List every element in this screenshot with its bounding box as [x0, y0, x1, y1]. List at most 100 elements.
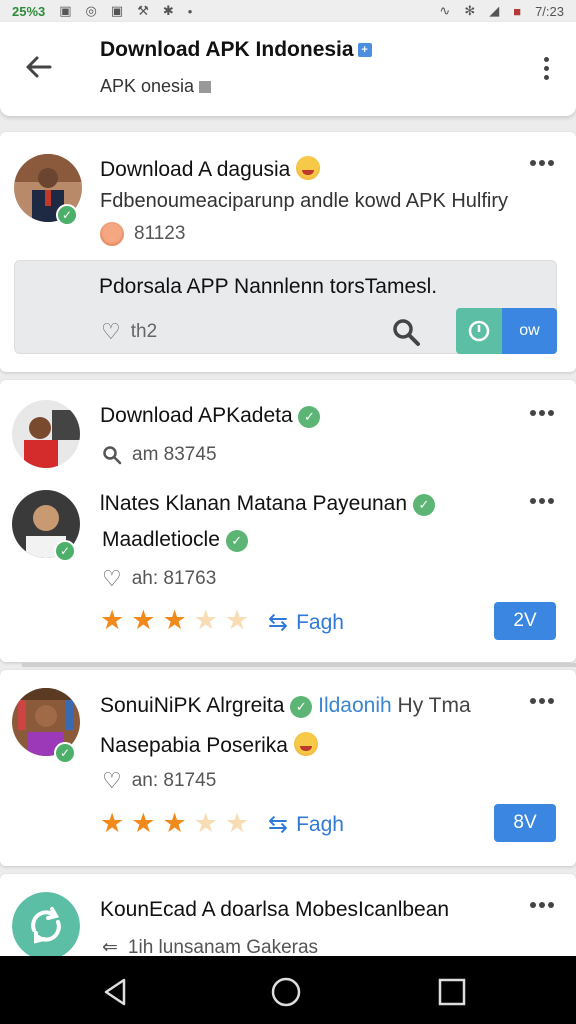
nav-home-icon[interactable]	[270, 976, 302, 1008]
battery-icon: ■	[513, 3, 522, 19]
star-icon[interactable]: ★	[131, 810, 155, 837]
share-label: Fagh	[296, 610, 344, 634]
app-bar: Download APK Indonesia + APK onesia	[0, 22, 576, 116]
star-icon[interactable]: ★	[194, 607, 218, 634]
post-author: Download A dagusia	[100, 156, 321, 182]
post-card: ✓ Download A dagusia Fdbenoumeaciparunp …	[0, 132, 576, 372]
reaction-icon	[100, 222, 124, 246]
share-label: Fagh	[296, 812, 344, 836]
heart-icon[interactable]: ♡	[102, 566, 122, 592]
page-subtitle-text: APK onesia	[100, 76, 195, 96]
page-subtitle: APK onesia	[100, 76, 212, 97]
share-arrows-icon: ⇆	[268, 811, 289, 838]
count-button[interactable]: 2V	[494, 602, 556, 640]
post-author-text: lNates Klanan Matana Payeunan	[100, 492, 408, 515]
like-count: an: 81745	[131, 770, 217, 791]
post-author: Download APKadeta ✓	[100, 404, 321, 428]
post-description: Fdbenoumeaciparunp andle kowd APK Hulfir…	[100, 190, 509, 212]
post-card: ✓ SonuiNiPK Alrgreita ✓ Ildaonih Hy Tma …	[0, 670, 576, 866]
verified-icon: ✓	[290, 696, 313, 718]
rating-stars[interactable]: ★ ★ ★ ★ ★	[100, 607, 249, 634]
power-icon[interactable]	[456, 308, 502, 354]
verified-icon: ✓	[225, 530, 248, 552]
star-icon[interactable]: ★	[162, 810, 186, 837]
tools-icon: ⚒	[137, 3, 149, 18]
post-author: KounEcad A doarlsa MobesIcanlbean	[100, 898, 450, 921]
post-stats: 81123	[100, 222, 185, 246]
post-menu-button[interactable]	[528, 408, 556, 426]
verified-icon: ✓	[56, 204, 78, 226]
avatar[interactable]: ✓	[12, 688, 82, 764]
nav-back-icon[interactable]	[100, 976, 132, 1008]
star-icon[interactable]: ★	[100, 810, 124, 837]
dot-icon: •	[187, 3, 193, 19]
share-arrows-icon: ⇆	[268, 609, 289, 636]
star-icon[interactable]: ★	[225, 810, 249, 837]
embedded-post[interactable]: Pdorsala APP Nannlenn torsTamesl. ♡ th2 …	[14, 260, 557, 354]
notification-icon: ▣	[110, 3, 124, 18]
notification-icon: ▣	[59, 3, 72, 18]
star-icon[interactable]: ★	[100, 607, 124, 634]
badge-icon	[199, 81, 212, 93]
avatar[interactable]	[12, 892, 82, 962]
post-author-tail: Hy Tma	[397, 694, 471, 717]
flag-badge-icon: +	[357, 43, 372, 57]
post-author-text: Maadletiocle	[102, 528, 220, 551]
action-toggle[interactable]: ow	[456, 308, 557, 354]
star-icon[interactable]: ★	[131, 607, 155, 634]
count-button[interactable]: 8V	[494, 804, 556, 842]
star-icon[interactable]: ★	[162, 607, 186, 634]
post-author-text: Nasepabia Poserika	[100, 734, 288, 757]
heart-icon[interactable]: ♡	[102, 768, 122, 794]
emoji-icon	[293, 732, 318, 756]
post-menu-button[interactable]	[528, 496, 556, 514]
nav-recents-icon[interactable]	[436, 976, 468, 1008]
search-icon	[103, 446, 122, 465]
heart-icon[interactable]: ♡	[101, 319, 121, 345]
page-title: Download APK Indonesia +	[100, 38, 372, 62]
embedded-post-text: Pdorsala APP Nannlenn torsTamesl.	[99, 275, 438, 298]
like-count: th2	[130, 321, 158, 342]
status-bar: 25%3 ▣ ◎ ▣ ⚒ ✱ • ∿ ✻ ◢ ■ 7/:23	[0, 0, 576, 22]
system-nav-bar	[0, 956, 576, 1024]
post-author-line2: Maadletiocle ✓	[102, 528, 248, 552]
sync-icon: ◎	[85, 3, 97, 18]
search-icon[interactable]	[391, 317, 421, 347]
avatar[interactable]: ✓	[12, 490, 82, 562]
post-author-line2: Nasepabia Poserika	[100, 732, 318, 758]
action-button[interactable]: ow	[502, 308, 557, 354]
post-meta: am 83745	[102, 444, 217, 466]
share-button[interactable]: ⇆ Fagh	[268, 810, 344, 839]
divider	[22, 663, 576, 667]
verified-icon: ✓	[54, 540, 76, 562]
post-menu-button[interactable]	[528, 696, 556, 714]
rating-stars[interactable]: ★ ★ ★ ★ ★	[100, 810, 249, 837]
post-count: 81123	[134, 223, 186, 244]
overflow-menu-button[interactable]	[534, 53, 558, 83]
avatar-image	[12, 400, 80, 468]
back-arrow-icon[interactable]	[22, 50, 56, 84]
post-author-text: Download A dagusia	[100, 158, 291, 181]
embedded-post-likes: ♡ th2	[101, 319, 157, 345]
avatar[interactable]	[12, 400, 82, 470]
star-icon[interactable]: ★	[194, 810, 218, 837]
post-author-text: Download APKadeta	[100, 404, 293, 427]
post-author: SonuiNiPK Alrgreita ✓ Ildaonih Hy Tma	[100, 694, 471, 718]
emoji-icon	[296, 156, 321, 180]
post-menu-button[interactable]	[528, 158, 556, 176]
bluetooth-icon: ✻	[464, 3, 476, 18]
verified-icon: ✓	[54, 742, 76, 764]
avatar[interactable]: ✓	[14, 154, 84, 226]
post-author-text: SonuiNiPK Alrgreita	[100, 694, 285, 717]
post-menu-button[interactable]	[528, 900, 556, 918]
star-icon[interactable]: ★	[225, 607, 249, 634]
post-card: KounEcad A doarlsa MobesIcanlbean ⇐ 1ih …	[0, 874, 576, 964]
post-likes: ♡ an: 81745	[102, 768, 216, 794]
share-button[interactable]: ⇆ Fagh	[268, 608, 344, 637]
asterisk-icon: ✱	[162, 3, 174, 18]
author-link[interactable]: Ildaonih	[318, 694, 392, 717]
signal-icon: ◢	[489, 3, 500, 18]
post-card: Download APKadeta ✓ am 83745 ✓ lNates Kl…	[0, 380, 576, 662]
page-title-text: Download APK Indonesia	[100, 38, 354, 61]
battery-percent: 25%3	[12, 3, 46, 19]
